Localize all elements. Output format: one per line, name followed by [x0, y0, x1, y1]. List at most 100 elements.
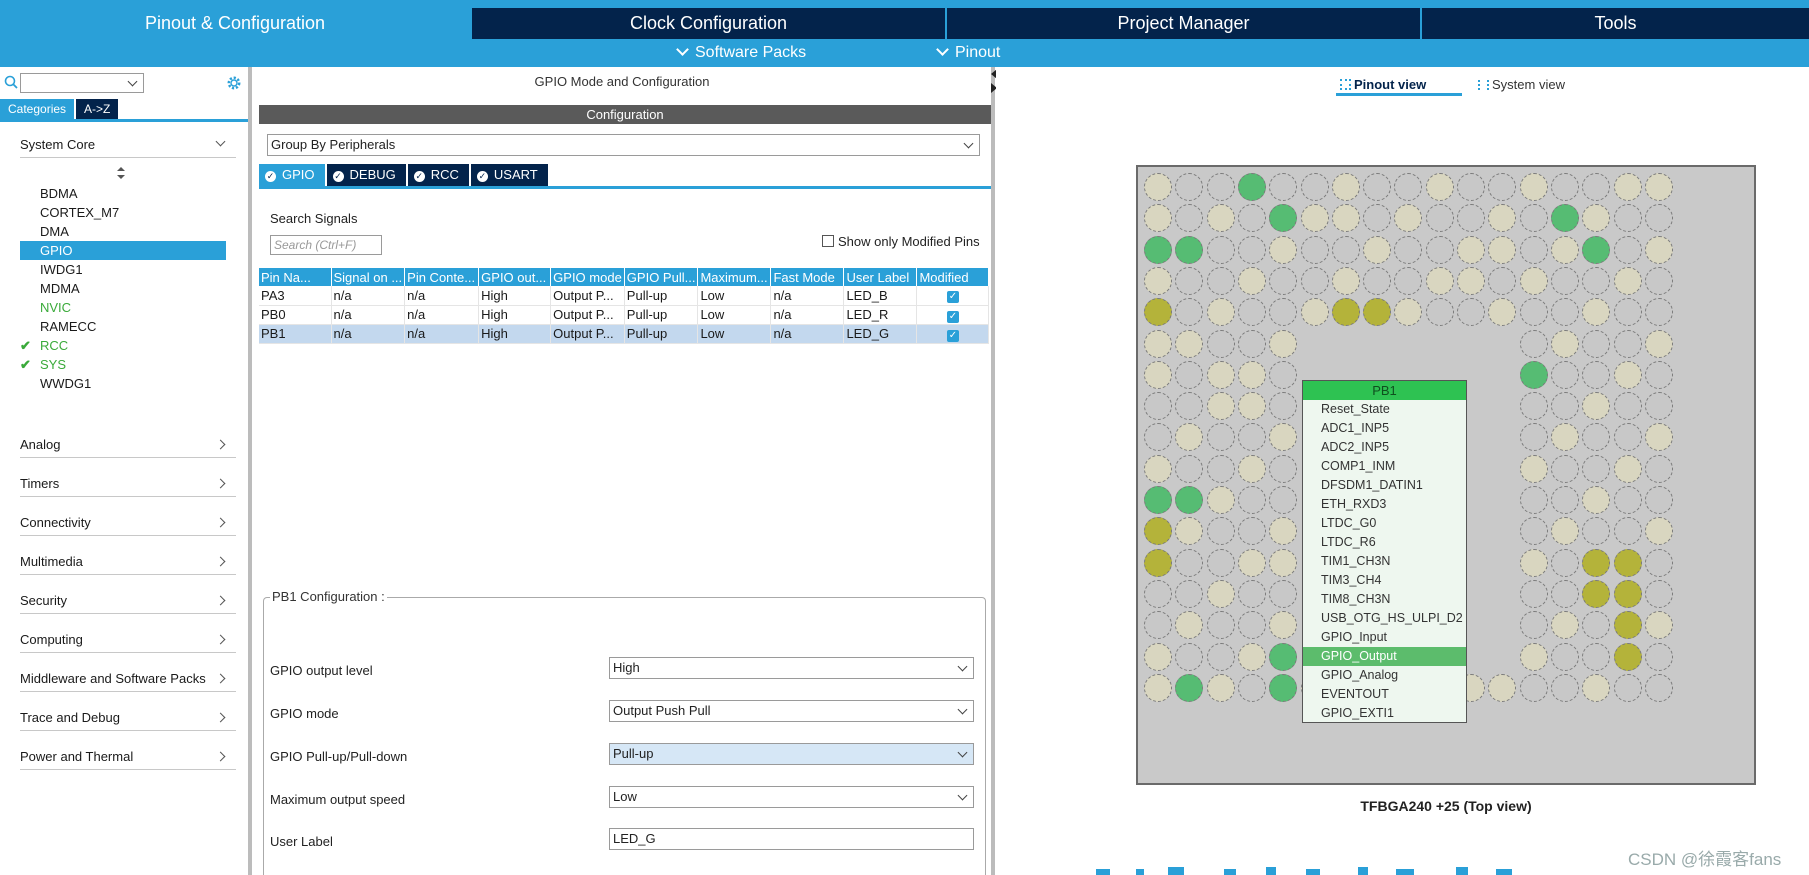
pin-ball[interactable] — [1206, 611, 1235, 640]
group-system-core[interactable]: System Core — [20, 132, 236, 158]
right-splitter[interactable] — [991, 67, 995, 875]
menu-item[interactable]: DFSDM1_DATIN1 — [1303, 476, 1466, 495]
pin-ball[interactable] — [1613, 298, 1642, 327]
pin-ball[interactable] — [1394, 204, 1423, 233]
menu-item[interactable]: LTDC_G0 — [1303, 514, 1466, 533]
pin-ball[interactable] — [1331, 173, 1360, 201]
pin-ball[interactable] — [1269, 579, 1298, 608]
pin-ball[interactable] — [1237, 204, 1266, 233]
pin-ball[interactable] — [1613, 329, 1642, 358]
pin-ball[interactable] — [1144, 329, 1172, 358]
sidebar-item-bdma[interactable]: BDMA — [40, 184, 78, 203]
column-header[interactable]: Pin Conte... — [404, 268, 480, 286]
pin-ball[interactable] — [1613, 642, 1642, 671]
pin-ball[interactable] — [1206, 392, 1235, 421]
pin-ball[interactable] — [1269, 548, 1298, 577]
table-row[interactable]: PA3 n/a n/a High Output P... Pull-up Low n/a LED… — [259, 286, 990, 306]
pin-ball[interactable] — [1550, 298, 1579, 327]
pin-ball[interactable] — [1425, 173, 1454, 201]
pin-ball[interactable] — [1582, 486, 1611, 514]
menu-item[interactable]: ADC1_INP5 — [1303, 419, 1466, 438]
pin-ball[interactable] — [1550, 204, 1579, 233]
pin-function-menu[interactable]: PB1 Reset_State ADC1_INP5 ADC2_INP5 COMP1_I… — [1302, 380, 1467, 723]
pin-ball[interactable] — [1488, 173, 1517, 201]
pin-ball[interactable] — [1644, 298, 1673, 327]
pin-ball[interactable] — [1613, 204, 1642, 233]
pin-ball[interactable] — [1613, 579, 1642, 608]
tab-rcc[interactable]: ✓ RCC — [407, 164, 469, 186]
menu-item[interactable]: GPIO_Analog — [1303, 666, 1466, 685]
pin-ball[interactable] — [1331, 266, 1360, 295]
pin-ball[interactable] — [1550, 423, 1579, 452]
pin-ball[interactable] — [1363, 173, 1392, 201]
pin-ball[interactable] — [1237, 360, 1266, 389]
tab-system-view[interactable]: System view — [1474, 74, 1565, 96]
pin-ball[interactable] — [1519, 204, 1548, 233]
tab-project-manager[interactable]: Project Manager — [947, 8, 1422, 39]
sidebar-item-sys[interactable]: ✔ SYS — [20, 355, 66, 374]
pin-ball[interactable] — [1582, 266, 1611, 295]
pin-ball[interactable] — [1237, 329, 1266, 358]
pin-ball[interactable] — [1519, 517, 1548, 546]
pin-ball[interactable] — [1519, 611, 1548, 640]
pin-ball[interactable] — [1457, 235, 1485, 264]
pin-ball[interactable] — [1519, 454, 1548, 483]
pin-ball[interactable] — [1269, 454, 1298, 483]
pin-ball[interactable] — [1237, 423, 1266, 452]
pin-ball[interactable] — [1613, 517, 1642, 546]
pin-ball[interactable] — [1144, 611, 1172, 640]
pin-ball[interactable] — [1300, 266, 1329, 295]
pin-ball[interactable] — [1206, 642, 1235, 671]
pin-ball[interactable] — [1488, 298, 1517, 327]
pin-ball[interactable] — [1519, 360, 1548, 389]
group-trace-debug[interactable]: Trace and Debug — [20, 705, 236, 731]
group-computing[interactable]: Computing — [20, 627, 236, 653]
sidebar-item-iwdg1[interactable]: IWDG1 — [40, 260, 83, 279]
column-header[interactable]: GPIO out... — [478, 268, 552, 286]
pin-ball[interactable] — [1144, 235, 1172, 264]
pin-ball[interactable] — [1363, 298, 1392, 327]
pin-ball[interactable] — [1550, 548, 1579, 577]
pin-ball[interactable] — [1237, 486, 1266, 514]
pin-ball[interactable] — [1175, 673, 1204, 702]
gear-icon[interactable] — [226, 75, 242, 91]
pin-ball[interactable] — [1363, 235, 1392, 264]
pin-ball[interactable] — [1550, 360, 1579, 389]
pin-ball[interactable] — [1269, 423, 1298, 452]
pin-ball[interactable] — [1206, 173, 1235, 201]
pin-ball[interactable] — [1582, 235, 1611, 264]
menu-item[interactable]: ADC2_INP5 — [1303, 438, 1466, 457]
modified-cell[interactable]: ✓ — [916, 324, 990, 344]
pin-ball[interactable] — [1144, 579, 1172, 608]
group-timers[interactable]: Timers — [20, 471, 236, 497]
pin-ball[interactable] — [1363, 266, 1392, 295]
pin-ball[interactable] — [1582, 204, 1611, 233]
pin-ball[interactable] — [1237, 235, 1266, 264]
tab-categories[interactable]: Categories — [0, 99, 75, 119]
pin-ball[interactable] — [1269, 673, 1298, 702]
pin-ball[interactable] — [1206, 673, 1235, 702]
pin-ball[interactable] — [1394, 298, 1423, 327]
pin-ball[interactable] — [1550, 486, 1579, 514]
pin-ball[interactable] — [1269, 611, 1298, 640]
pin-ball[interactable] — [1519, 298, 1548, 327]
pin-ball[interactable] — [1519, 642, 1548, 671]
pin-ball[interactable] — [1175, 642, 1204, 671]
pin-ball[interactable] — [1644, 235, 1673, 264]
search-icon[interactable] — [4, 75, 18, 89]
menu-item[interactable]: Reset_State — [1303, 400, 1466, 419]
pin-ball[interactable] — [1144, 423, 1172, 452]
pin-ball[interactable] — [1550, 673, 1579, 702]
pin-ball[interactable] — [1175, 298, 1204, 327]
pin-ball[interactable] — [1363, 204, 1392, 233]
sort-icon[interactable] — [117, 167, 125, 179]
pin-ball[interactable] — [1582, 548, 1611, 577]
pin-ball[interactable] — [1237, 517, 1266, 546]
column-header[interactable]: Fast Mode — [770, 268, 845, 286]
column-header[interactable]: Maximum... — [697, 268, 772, 286]
pin-ball[interactable] — [1488, 235, 1517, 264]
pin-ball[interactable] — [1269, 298, 1298, 327]
pin-ball[interactable] — [1488, 266, 1517, 295]
pin-ball[interactable] — [1269, 642, 1298, 671]
pin-ball[interactable] — [1206, 235, 1235, 264]
